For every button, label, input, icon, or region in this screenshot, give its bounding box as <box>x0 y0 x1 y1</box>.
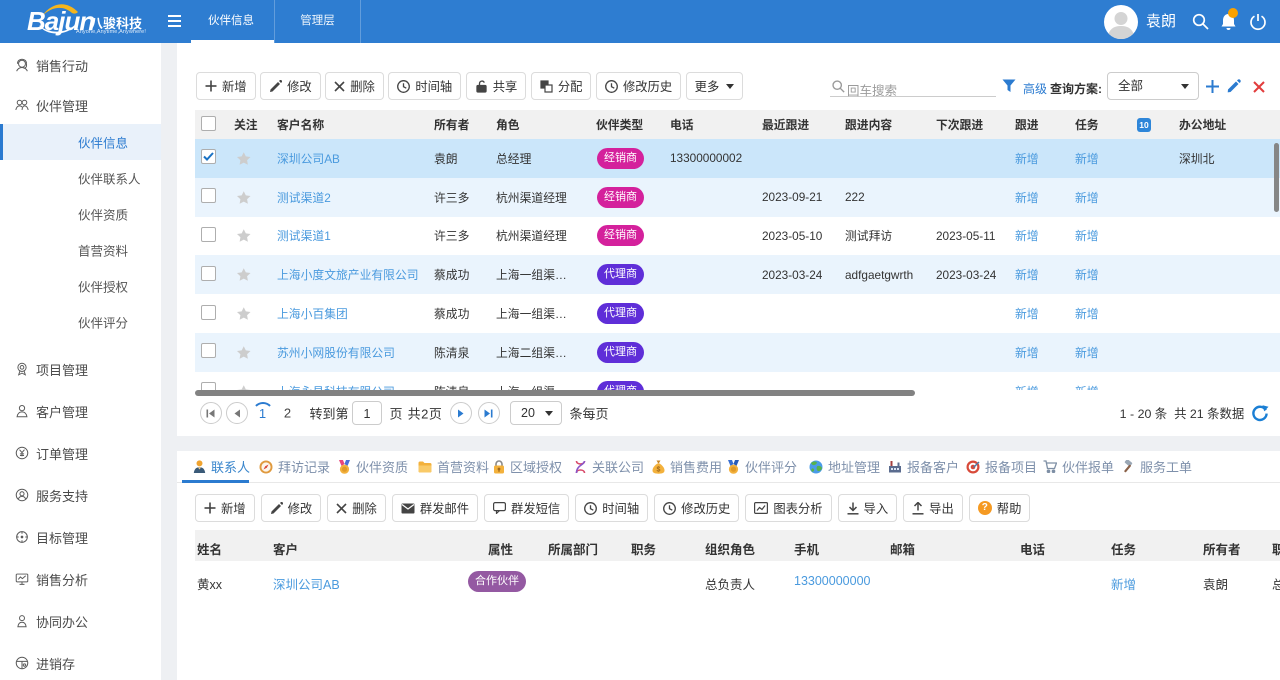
svg-text:$: $ <box>657 466 661 473</box>
